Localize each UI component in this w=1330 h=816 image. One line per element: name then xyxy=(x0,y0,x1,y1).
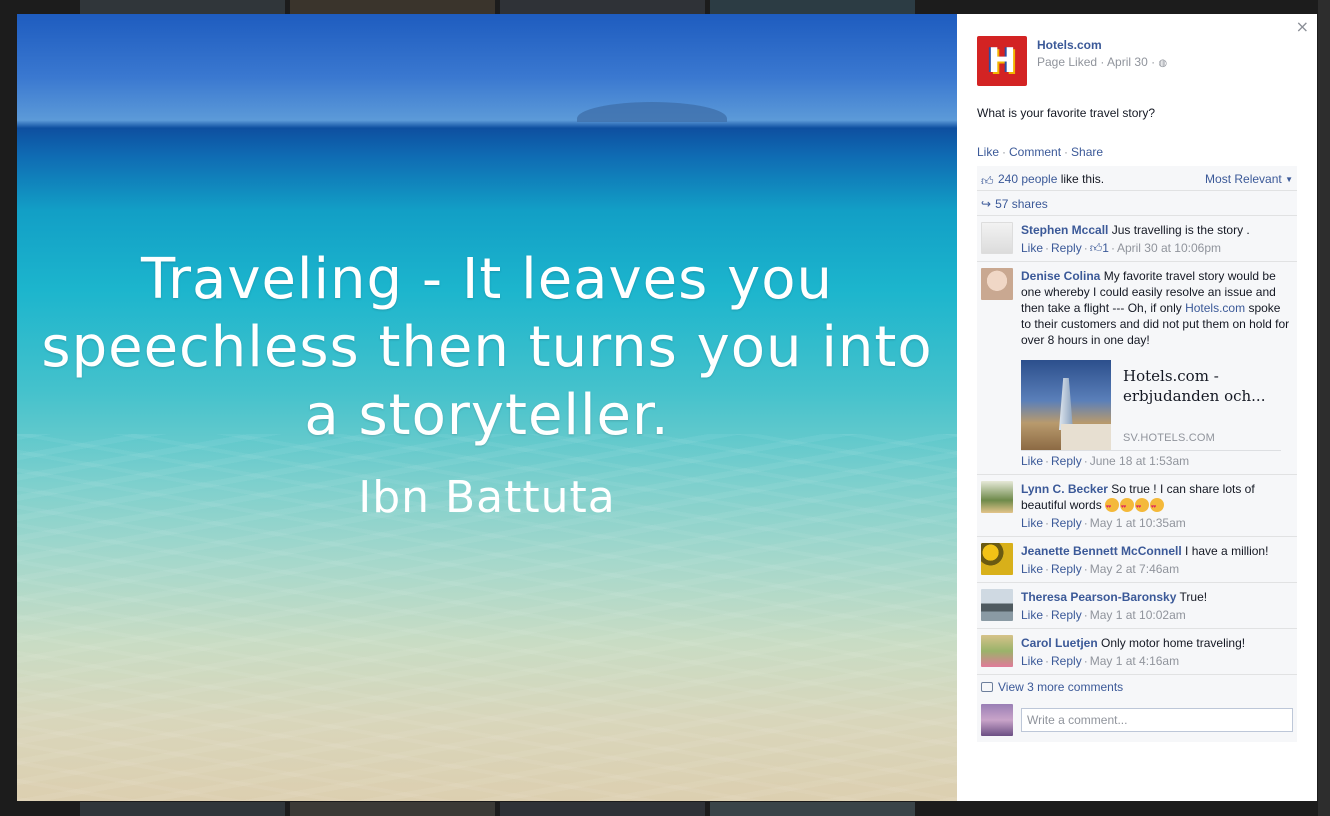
comment-reply-link[interactable]: Reply xyxy=(1051,608,1082,622)
feedback-box: 👍︎ 240 people like this. Most Relevant ▼ … xyxy=(977,166,1297,742)
comment-time[interactable]: May 1 at 10:35am xyxy=(1090,516,1186,530)
commenter-avatar[interactable] xyxy=(981,268,1013,300)
background-thumbnail xyxy=(80,0,285,14)
post-actions: Like · Comment · Share xyxy=(977,145,1103,159)
commenter-name[interactable]: Jeanette Bennett McConnell xyxy=(1021,544,1182,558)
background-thumbnail xyxy=(500,0,705,14)
comment-time[interactable]: June 18 at 1:53am xyxy=(1090,454,1189,468)
separator: · xyxy=(1002,145,1007,159)
background-thumbnail xyxy=(710,0,915,14)
attachment-title: Hotels.com - erbjudanden och... xyxy=(1123,367,1266,405)
comment-time[interactable]: April 30 at 10:06pm xyxy=(1117,241,1221,255)
comment-reply-link[interactable]: Reply xyxy=(1051,454,1082,468)
background-thumbnail xyxy=(290,802,495,816)
thumbs-up-icon[interactable]: 👍︎ xyxy=(1090,241,1103,255)
post-header: H Hotels.com Page Liked · April 30 · ◍ xyxy=(977,36,1167,86)
heart-eyes-emoji-icon xyxy=(1120,498,1135,515)
sort-comments-dropdown[interactable]: Most Relevant ▼ xyxy=(1205,172,1293,186)
comment-link[interactable]: Comment xyxy=(1009,145,1061,159)
commenter-avatar[interactable] xyxy=(981,543,1013,575)
quote-author: Ibn Battuta xyxy=(358,472,616,523)
share-link[interactable]: Share xyxy=(1071,145,1103,159)
page-avatar[interactable]: H xyxy=(977,36,1027,86)
attachment-domain: SV.HOTELS.COM xyxy=(1123,432,1216,444)
likes-summary: 👍︎ 240 people like this. Most Relevant ▼ xyxy=(977,166,1297,191)
caret-down-icon: ▼ xyxy=(1285,175,1293,184)
commenter-name[interactable]: Denise Colina xyxy=(1021,269,1100,283)
comment-text: True! xyxy=(1176,590,1208,604)
comment-reply-link[interactable]: Reply xyxy=(1051,241,1082,255)
hotels-logo-icon: H xyxy=(987,41,1017,81)
burj-tower-shape xyxy=(1059,378,1073,430)
comment-time[interactable]: May 2 at 7:46am xyxy=(1090,562,1179,576)
comment-text: I have a million! xyxy=(1181,544,1269,558)
comment-reply-link[interactable]: Reply xyxy=(1051,516,1082,530)
commenter-name[interactable]: Carol Luetjen xyxy=(1021,636,1098,650)
comment-item: Lynn C. Becker So true ! I can share lot… xyxy=(977,475,1297,537)
page-name-link[interactable]: Hotels.com xyxy=(1037,38,1167,52)
commenter-name[interactable]: Theresa Pearson-Baronsky xyxy=(1021,590,1176,604)
comment-item: Carol Luetjen Only motor home traveling!… xyxy=(977,629,1297,675)
like-link[interactable]: Like xyxy=(977,145,999,159)
comment-like-link[interactable]: Like xyxy=(1021,454,1043,468)
commenter-avatar[interactable] xyxy=(981,635,1013,667)
post-timestamp: Page Liked · April 30 · xyxy=(1037,55,1156,69)
commenter-avatar[interactable] xyxy=(981,481,1013,513)
comment-like-link[interactable]: Like xyxy=(1021,516,1043,530)
comment-time[interactable]: May 1 at 10:02am xyxy=(1090,608,1186,622)
comment-item: Denise Colina My favorite travel story w… xyxy=(977,262,1297,475)
background-thumbnail xyxy=(500,802,705,816)
photo-comments-panel: × H Hotels.com Page Liked · April 30 · ◍… xyxy=(957,14,1317,801)
close-icon[interactable]: × xyxy=(1296,17,1309,36)
commenter-name[interactable]: Lynn C. Becker xyxy=(1021,482,1108,496)
distant-island xyxy=(577,102,727,122)
comment-like-link[interactable]: Like xyxy=(1021,562,1043,576)
thumbs-up-icon: 👍︎ xyxy=(981,174,994,188)
likers-link[interactable]: 240 people xyxy=(998,172,1057,186)
comment-item: Stephen Mccall Jus travelling is the sto… xyxy=(977,216,1297,262)
comment-text: Jus travelling is the story . xyxy=(1108,223,1250,237)
background-thumbnail xyxy=(290,0,495,14)
comment-like-count[interactable]: 1 xyxy=(1102,241,1109,255)
background-sidebar xyxy=(1318,0,1330,816)
comment-like-link[interactable]: Like xyxy=(1021,654,1043,668)
comment-reply-link[interactable]: Reply xyxy=(1051,654,1082,668)
commenter-avatar[interactable] xyxy=(981,589,1013,621)
comment-bubble-icon xyxy=(981,682,993,692)
view-more-comments-link[interactable]: View 3 more comments xyxy=(977,675,1297,699)
likes-suffix: like this. xyxy=(1057,172,1105,186)
write-comment-row xyxy=(977,699,1297,742)
post-message: What is your favorite travel story? xyxy=(977,106,1156,120)
heart-eyes-emoji-icon xyxy=(1135,498,1150,515)
comment-time[interactable]: May 1 at 4:16am xyxy=(1090,654,1179,668)
sort-label: Most Relevant xyxy=(1205,172,1282,186)
share-arrow-icon: ↪ xyxy=(981,197,992,211)
comment-like-link[interactable]: Like xyxy=(1021,608,1043,622)
comment-reply-link[interactable]: Reply xyxy=(1051,562,1082,576)
comment-input[interactable] xyxy=(1021,708,1293,732)
attachment-thumbnail xyxy=(1021,360,1111,450)
globe-icon: ◍ xyxy=(1158,58,1168,69)
view-more-label: View 3 more comments xyxy=(998,680,1124,694)
commenter-name[interactable]: Stephen Mccall xyxy=(1021,223,1108,237)
heart-eyes-emoji-icon xyxy=(1105,498,1120,515)
comment-text: Only motor home traveling! xyxy=(1097,636,1246,650)
comment-like-link[interactable]: Like xyxy=(1021,241,1043,255)
shares-summary: ↪ 57 shares xyxy=(977,191,1297,216)
comment-item: Jeanette Bennett McConnell I have a mill… xyxy=(977,537,1297,583)
comment-item: Theresa Pearson-Baronsky True! Like · Repl… xyxy=(977,583,1297,629)
bed-shape xyxy=(1061,424,1111,450)
quote-text: Traveling - It leaves you speechless the… xyxy=(41,247,933,448)
link-attachment[interactable]: Hotels.com - erbjudanden och... SV.HOTEL… xyxy=(1021,360,1281,451)
background-thumbnail xyxy=(80,802,285,816)
commenter-avatar[interactable] xyxy=(981,222,1013,254)
current-user-avatar[interactable] xyxy=(981,704,1013,736)
background-thumbnail xyxy=(710,802,915,816)
photo-viewer-image[interactable]: Traveling - It leaves you speechless the… xyxy=(17,14,957,801)
heart-eyes-emoji-icon xyxy=(1150,498,1165,515)
separator: · xyxy=(1064,145,1069,159)
hotels-link[interactable]: Hotels.com xyxy=(1185,301,1245,315)
shares-link[interactable]: 57 shares xyxy=(995,197,1048,211)
